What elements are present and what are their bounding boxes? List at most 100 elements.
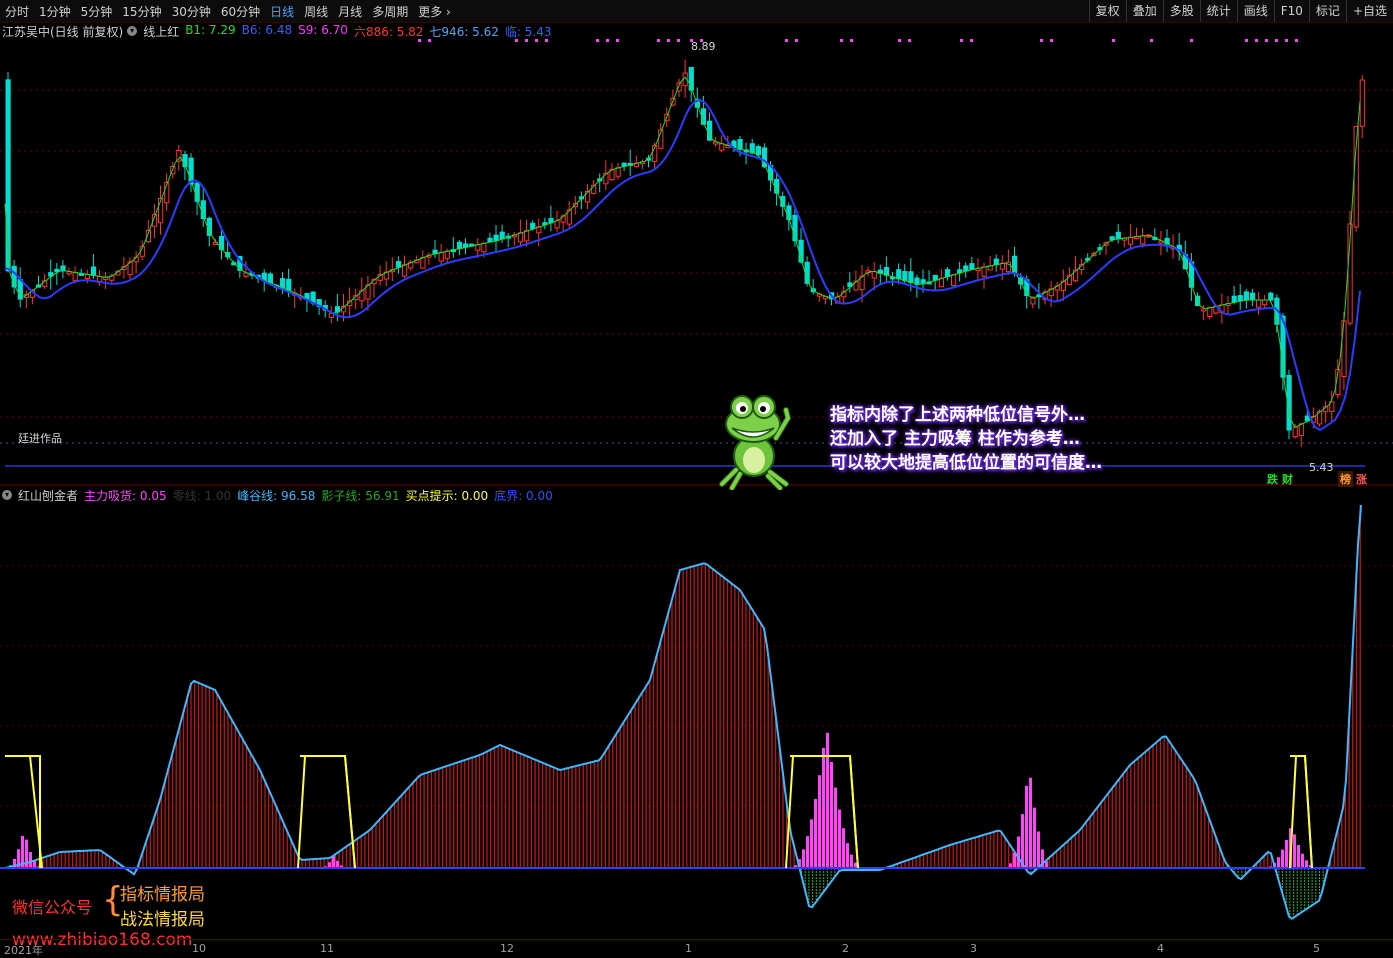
candle-body bbox=[91, 267, 95, 276]
annotation-callout: 指标内除了上述两种低位信号外… 还加入了 主力吸筹 柱作为参考… 可以较大地提高… bbox=[830, 403, 1102, 475]
candle-body bbox=[287, 279, 291, 290]
candle-body bbox=[482, 243, 486, 251]
candle-body bbox=[1342, 321, 1346, 377]
wm-line-2: 战法情报局 bbox=[120, 905, 205, 930]
date-tick: 10 bbox=[192, 942, 206, 955]
signal-dot bbox=[596, 39, 599, 42]
absorb-bar bbox=[1305, 860, 1308, 868]
candle-body bbox=[1293, 427, 1297, 437]
candle-body bbox=[1269, 293, 1273, 300]
candle-body bbox=[750, 144, 754, 153]
kline-chart[interactable] bbox=[0, 0, 1393, 957]
candle-body bbox=[439, 252, 443, 261]
candle-body bbox=[909, 272, 913, 283]
signal-dot bbox=[1190, 39, 1193, 42]
candle-body bbox=[525, 231, 529, 241]
absorb-bar bbox=[1301, 854, 1304, 868]
signal-dot bbox=[1150, 39, 1153, 42]
absorb-bar bbox=[336, 861, 339, 868]
tag-die[interactable]: 跌 bbox=[1265, 471, 1280, 487]
absorb-bar bbox=[33, 861, 36, 868]
candle-body bbox=[1208, 308, 1212, 317]
absorb-bar bbox=[842, 828, 845, 868]
tag-bang[interactable]: 榜 bbox=[1338, 471, 1353, 487]
signal-dot bbox=[1255, 39, 1258, 42]
signal-dot bbox=[1050, 39, 1053, 42]
absorb-bar bbox=[1017, 836, 1020, 868]
candle-body bbox=[738, 140, 742, 150]
candle-body bbox=[1128, 237, 1132, 244]
absorb-bar bbox=[1297, 845, 1300, 868]
candle-body bbox=[55, 269, 59, 271]
absorb-bar bbox=[814, 799, 817, 868]
date-tick: 2021年 bbox=[4, 942, 43, 958]
tag-zhang[interactable]: 涨 bbox=[1354, 471, 1369, 487]
candle-body bbox=[104, 277, 108, 279]
signal-dot bbox=[970, 39, 973, 42]
candle-body bbox=[445, 251, 449, 258]
signal-dot bbox=[1245, 39, 1248, 42]
absorb-bar bbox=[822, 748, 825, 868]
candle-body bbox=[970, 264, 974, 270]
absorb-bar bbox=[1293, 834, 1296, 868]
candle-body bbox=[396, 262, 400, 268]
signal-dot bbox=[1275, 39, 1278, 42]
absorb-bar bbox=[802, 849, 805, 868]
signal-dot bbox=[616, 39, 619, 42]
candle-body bbox=[1110, 237, 1114, 240]
candle-body bbox=[531, 223, 535, 228]
date-tick: 12 bbox=[500, 942, 514, 955]
callout-line-3: 可以较大地提高低位位置的可信度… bbox=[830, 451, 1102, 475]
absorb-bar bbox=[1285, 840, 1288, 868]
candle-body bbox=[1238, 296, 1242, 301]
candle-body bbox=[994, 259, 998, 264]
callout-line-2: 还加入了 主力吸筹 柱作为参考… bbox=[830, 427, 1102, 451]
candle-body bbox=[939, 278, 943, 286]
absorb-bar bbox=[1021, 814, 1024, 868]
candle-body bbox=[494, 235, 498, 240]
signal-dot bbox=[667, 39, 670, 42]
absorb-bar bbox=[1277, 857, 1280, 868]
candle-body bbox=[945, 270, 949, 277]
signal-dot bbox=[418, 39, 421, 42]
absorb-bar bbox=[806, 836, 809, 868]
candle-body bbox=[616, 168, 620, 176]
candle-body bbox=[1257, 300, 1261, 307]
date-tick: 11 bbox=[320, 942, 334, 955]
candle-body bbox=[1360, 80, 1364, 126]
signal-dot bbox=[1112, 39, 1115, 42]
date-tick: 3 bbox=[970, 942, 977, 955]
candle-body bbox=[1031, 298, 1035, 304]
signal-dot bbox=[1265, 39, 1268, 42]
wechat-label: 微信公众号 bbox=[12, 894, 92, 918]
candle-body bbox=[61, 266, 65, 271]
candle-body bbox=[964, 266, 968, 271]
absorb-bar bbox=[830, 762, 833, 868]
signal-dot bbox=[908, 39, 911, 42]
candle-body bbox=[1013, 256, 1017, 272]
wm-line-1: 指标情报局 bbox=[120, 880, 205, 905]
frog-mascot-icon bbox=[716, 390, 798, 490]
high-price-label: 8.89 bbox=[691, 40, 716, 53]
ma-long-line bbox=[5, 100, 1360, 430]
signal-dot bbox=[1040, 39, 1043, 42]
signal-dot bbox=[795, 39, 798, 42]
date-tick: 2 bbox=[842, 942, 849, 955]
date-tick: 5 bbox=[1313, 942, 1320, 955]
candle-body bbox=[403, 265, 407, 276]
candle-body bbox=[457, 242, 461, 248]
tag-cai[interactable]: 财 bbox=[1280, 471, 1295, 487]
absorb-bar bbox=[332, 856, 335, 868]
candle-body bbox=[1250, 293, 1254, 300]
date-tick: 4 bbox=[1157, 942, 1164, 955]
candle-body bbox=[933, 275, 937, 280]
signal-dot bbox=[1285, 39, 1288, 42]
candle-body bbox=[518, 233, 522, 242]
absorb-bar bbox=[846, 843, 849, 868]
signal-dot bbox=[840, 39, 843, 42]
absorb-bar bbox=[818, 775, 821, 868]
absorb-bar bbox=[1029, 778, 1032, 868]
candle-body bbox=[720, 144, 724, 150]
absorb-bar bbox=[1037, 831, 1040, 868]
author-label: 廷进作品 bbox=[18, 430, 62, 446]
